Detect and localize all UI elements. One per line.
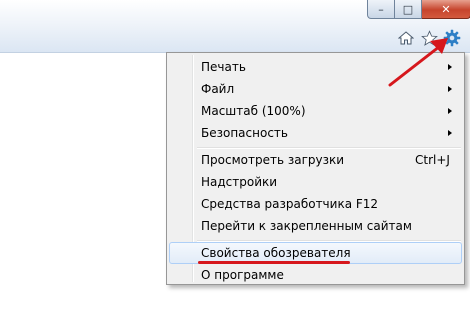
menu-item-view-downloads[interactable]: Просмотреть загрузки Ctrl+J [169, 149, 462, 171]
annotation-underline [198, 261, 350, 264]
menu-item-shortcut: Ctrl+J [415, 153, 450, 167]
close-button[interactable]: ✕ [422, 0, 470, 19]
star-icon[interactable] [419, 28, 439, 48]
menu-item-pinned-sites[interactable]: Перейти к закрепленным сайтам [169, 215, 462, 237]
menu-item-developer-tools[interactable]: Средства разработчика F12 [169, 193, 462, 215]
submenu-arrow-icon [448, 130, 452, 136]
menu-item-safety[interactable]: Безопасность [169, 122, 462, 144]
menu-item-label: Безопасность [201, 126, 288, 140]
minimize-button[interactable]: – [367, 0, 395, 19]
command-toolbar [396, 28, 462, 48]
menu-item-print[interactable]: Печать [169, 56, 462, 78]
menu-item-file[interactable]: Файл [169, 78, 462, 100]
submenu-arrow-icon [448, 86, 452, 92]
menu-item-label: О программе [201, 268, 284, 282]
menu-item-label: Просмотреть загрузки [201, 153, 345, 167]
menu-item-about[interactable]: О программе [169, 264, 462, 286]
maximize-button[interactable]: □ [395, 0, 422, 19]
menu-item-label: Свойства обозревателя [201, 246, 351, 260]
submenu-arrow-icon [448, 108, 452, 114]
menu-item-addons[interactable]: Надстройки [169, 171, 462, 193]
menu-item-label: Средства разработчика F12 [201, 197, 379, 211]
menu-item-label: Печать [201, 60, 246, 74]
submenu-arrow-icon [448, 64, 452, 70]
menu-item-label: Масштаб (100%) [201, 104, 306, 118]
menu-item-label: Файл [201, 82, 235, 96]
menu-item-label: Надстройки [201, 175, 278, 189]
gear-icon[interactable] [442, 28, 462, 48]
tools-menu: Печать Файл Масштаб (100%) Безопасность … [166, 52, 465, 285]
window-titlebar: – □ ✕ [0, 0, 470, 53]
menu-item-zoom[interactable]: Масштаб (100%) [169, 100, 462, 122]
home-icon[interactable] [396, 28, 416, 48]
menu-item-label: Перейти к закрепленным сайтам [201, 219, 412, 233]
caption-buttons: – □ ✕ [367, 0, 470, 20]
